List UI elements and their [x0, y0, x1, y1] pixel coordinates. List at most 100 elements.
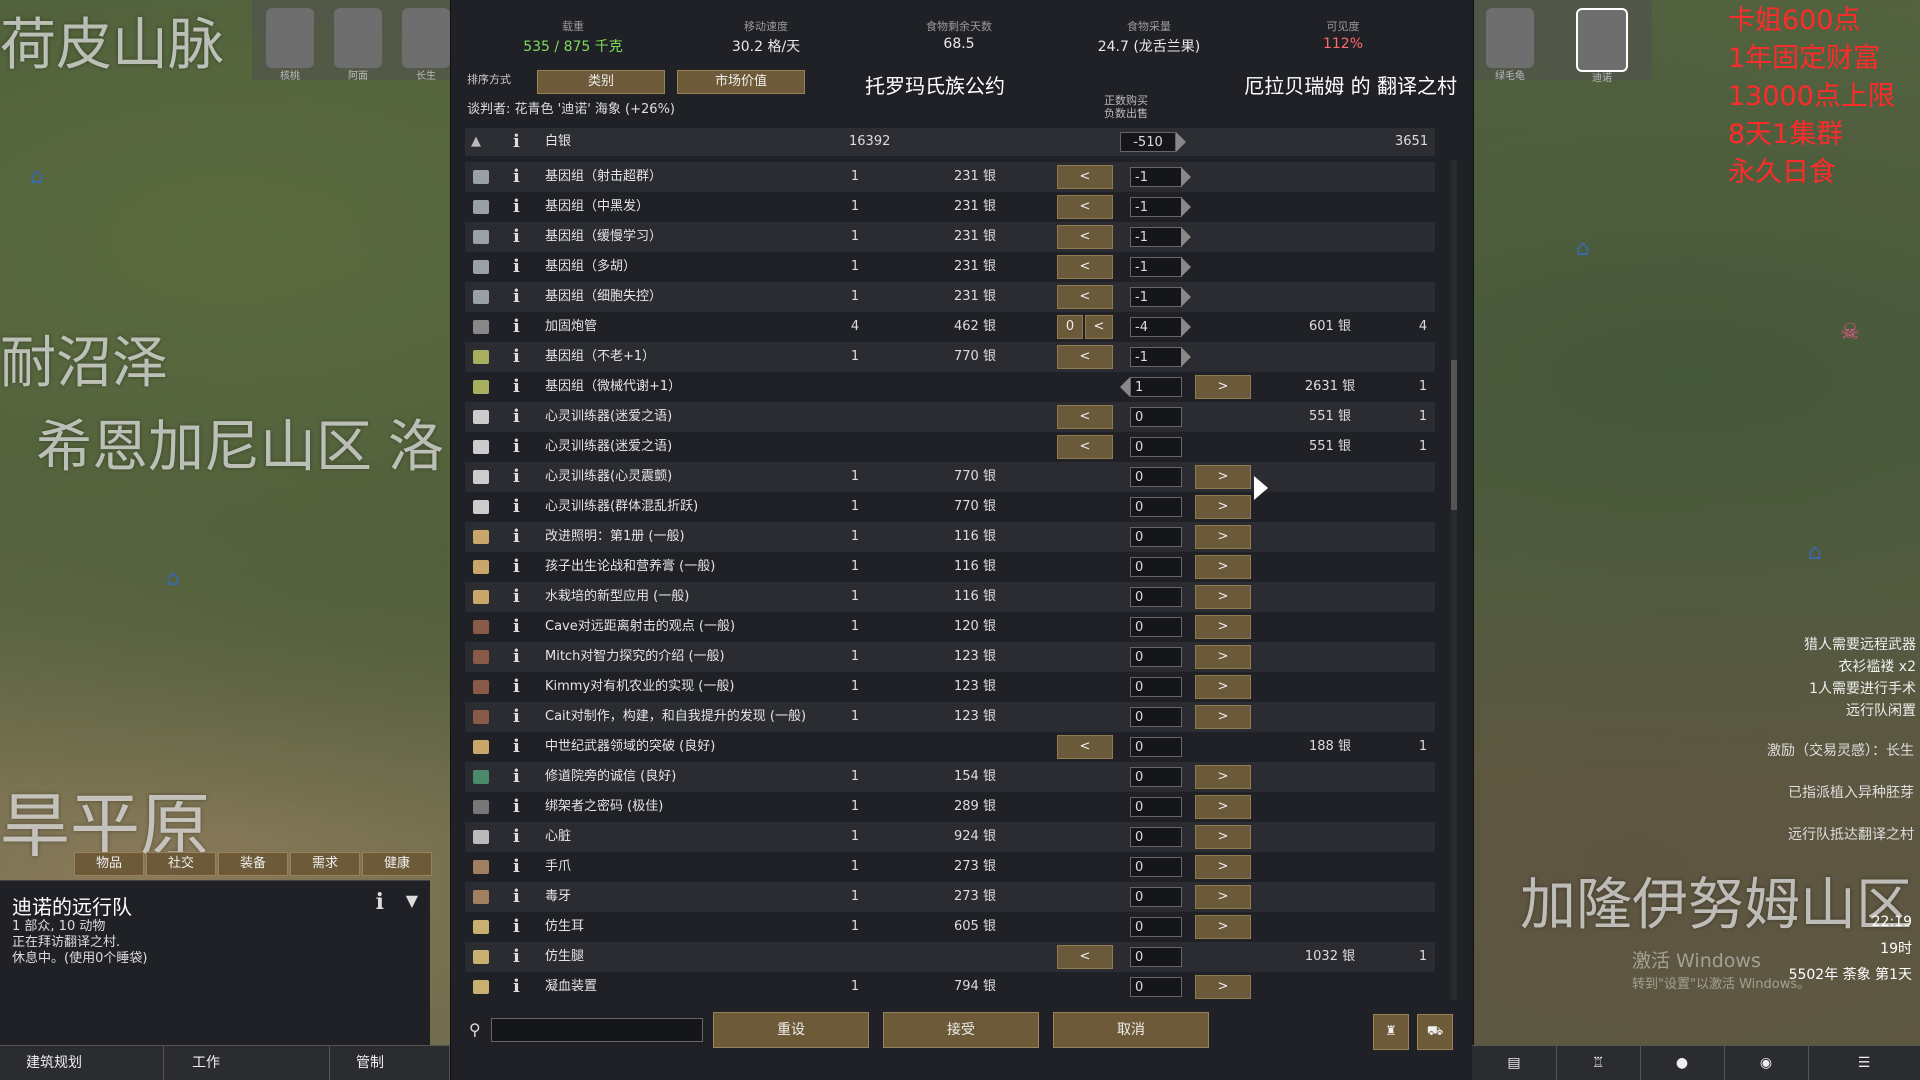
buy-button[interactable]: > [1195, 675, 1251, 699]
trade-amount-field[interactable]: 0 [1130, 587, 1182, 607]
sell-button[interactable]: < [1057, 195, 1113, 219]
info-icon[interactable]: i [513, 642, 520, 672]
info-icon[interactable]: i [513, 402, 520, 432]
trade-amount-field[interactable]: 0 [1130, 707, 1182, 727]
sell-button[interactable]: < [1057, 255, 1113, 279]
trade-amount-field[interactable]: -1 [1130, 227, 1182, 247]
buy-button[interactable]: > [1195, 585, 1251, 609]
info-icon[interactable]: i [513, 912, 520, 942]
scrollbar[interactable] [1451, 160, 1457, 1000]
tab-health[interactable]: 健康 [362, 852, 432, 876]
trade-amount-field[interactable]: 0 [1130, 827, 1182, 847]
info-icon[interactable]: i [513, 942, 520, 972]
trade-amount-field[interactable]: 0 [1130, 767, 1182, 787]
trade-amount-field[interactable]: -1 [1130, 257, 1182, 277]
colonist-portrait[interactable]: 阿面 [334, 8, 382, 82]
tab-items[interactable]: 物品 [74, 852, 144, 876]
sell-all-button[interactable]: 0 [1057, 315, 1083, 339]
buy-button[interactable]: > [1195, 465, 1251, 489]
buy-button[interactable]: > [1195, 915, 1251, 939]
trade-amount-field[interactable]: 0 [1130, 677, 1182, 697]
info-icon[interactable]: i [513, 462, 520, 492]
trade-amount-field[interactable]: 0 [1130, 977, 1182, 997]
trade-amount-field[interactable]: 0 [1130, 857, 1182, 877]
settlement-icon[interactable]: ⌂ [166, 566, 180, 591]
research-icon[interactable]: ● [1640, 1046, 1725, 1080]
world-icon[interactable]: ◉ [1724, 1046, 1809, 1080]
buy-button[interactable]: > [1195, 765, 1251, 789]
info-icon[interactable]: i [513, 312, 520, 342]
info-icon[interactable]: i [513, 252, 520, 282]
buy-button[interactable]: > [1195, 855, 1251, 879]
tab-social[interactable]: 社交 [146, 852, 216, 876]
colonist-portrait[interactable]: 核桃 [266, 8, 314, 82]
info-icon[interactable]: i [513, 552, 520, 582]
info-icon[interactable]: i [376, 889, 384, 915]
colonist-portrait[interactable]: 长生 [402, 8, 450, 82]
info-icon[interactable]: i [513, 192, 520, 222]
info-icon[interactable]: i [513, 852, 520, 882]
buy-button[interactable]: > [1195, 885, 1251, 909]
sort-category-button[interactable]: 类别 [537, 70, 665, 94]
trade-amount-field[interactable]: 0 [1130, 887, 1182, 907]
info-icon[interactable]: i [513, 762, 520, 792]
chevron-down-icon[interactable]: ▼ [406, 891, 418, 910]
buy-button[interactable]: > [1195, 795, 1251, 819]
sell-button[interactable]: < [1057, 165, 1113, 189]
settlement-icon[interactable]: ⌂ [30, 164, 44, 189]
trade-amount-field[interactable]: 0 [1130, 617, 1182, 637]
reset-button[interactable]: 重设 [713, 1012, 869, 1048]
info-icon[interactable]: i [513, 882, 520, 912]
colonist-portrait[interactable]: 绿毛龟 [1486, 8, 1534, 82]
colonist-portrait[interactable]: 迪诺 [1576, 8, 1628, 84]
trade-amount-field[interactable]: 0 [1130, 497, 1182, 517]
search-input[interactable] [491, 1018, 703, 1042]
trade-amount-field[interactable]: 0 [1130, 947, 1182, 967]
alert-item[interactable]: 猎人需要远程武器 [1804, 634, 1916, 656]
info-icon[interactable]: i [513, 432, 520, 462]
trade-amount-field[interactable]: 0 [1130, 917, 1182, 937]
info-icon[interactable]: i [513, 128, 520, 156]
info-icon[interactable]: i [513, 972, 520, 1002]
factions-icon[interactable]: ♖ [1556, 1046, 1641, 1080]
buy-button[interactable]: > [1195, 525, 1251, 549]
buy-button[interactable]: > [1195, 705, 1251, 729]
buy-button[interactable]: > [1195, 975, 1251, 999]
info-icon[interactable]: i [513, 672, 520, 702]
trade-amount-field[interactable]: 0 [1130, 467, 1182, 487]
sell-button[interactable]: < [1057, 225, 1113, 249]
alert-item[interactable]: 远行队闲置 [1804, 700, 1916, 722]
sell-button[interactable]: < [1057, 285, 1113, 309]
trade-amount-field[interactable]: -1 [1130, 347, 1182, 367]
sell-button[interactable]: < [1057, 345, 1113, 369]
info-icon[interactable]: i [513, 522, 520, 552]
settlement-icon[interactable]: ⌂ [1576, 236, 1590, 261]
work-button[interactable]: 工作 [166, 1046, 330, 1080]
trade-amount-field[interactable]: -4 [1130, 317, 1182, 337]
info-icon[interactable]: i [513, 162, 520, 192]
info-icon[interactable]: i [513, 702, 520, 732]
cancel-button[interactable]: 取消 [1053, 1012, 1209, 1048]
sell-button[interactable]: < [1057, 735, 1113, 759]
accept-button[interactable]: 接受 [883, 1012, 1039, 1048]
info-icon[interactable]: i [513, 822, 520, 852]
sell-button[interactable]: < [1057, 945, 1113, 969]
info-icon[interactable]: i [513, 282, 520, 312]
info-icon[interactable]: i [513, 612, 520, 642]
cart-icon[interactable]: ⛟ [1417, 1014, 1453, 1050]
info-icon[interactable]: i [513, 222, 520, 252]
buy-button[interactable]: > [1195, 555, 1251, 579]
info-icon[interactable]: i [513, 342, 520, 372]
info-icon[interactable]: i [513, 732, 520, 762]
sell-one-button[interactable]: < [1085, 315, 1113, 339]
alert-item[interactable]: 已指派植入异种胚芽 [1788, 782, 1914, 802]
gift-icon[interactable]: ♜ [1373, 1014, 1409, 1050]
restrict-button[interactable]: 管制 [332, 1046, 450, 1080]
trade-amount-field[interactable]: 0 [1130, 557, 1182, 577]
sell-button[interactable]: < [1057, 405, 1113, 429]
info-icon[interactable]: i [513, 582, 520, 612]
info-icon[interactable]: i [513, 492, 520, 522]
sell-button[interactable]: < [1057, 435, 1113, 459]
sort-value-button[interactable]: 市场价值 [677, 70, 805, 94]
settlement-icon[interactable]: ⌂ [1808, 540, 1822, 565]
